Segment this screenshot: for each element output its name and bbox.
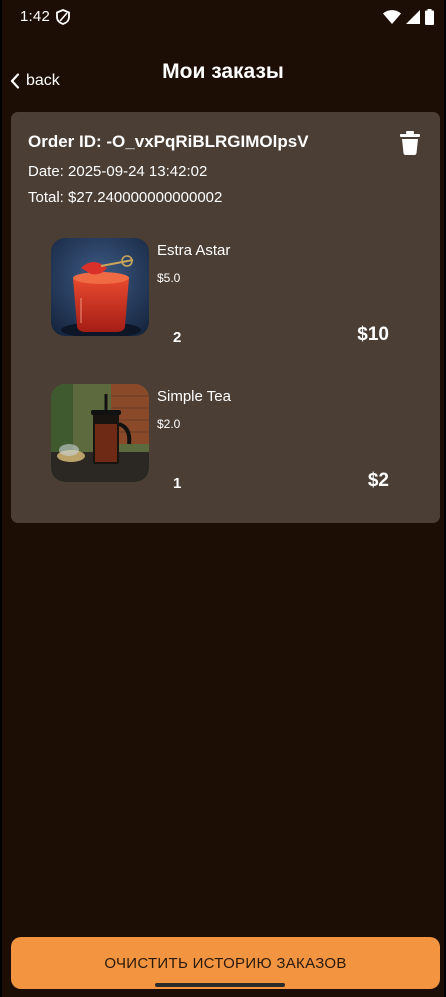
page-title: Мои заказы bbox=[162, 60, 284, 83]
item-name: Estra Astar bbox=[157, 242, 231, 259]
order-id: Order ID: -O_vxPqRiBLRGIMOlpsV bbox=[28, 132, 309, 151]
order-item: Simple Tea $2.0 1 $2 bbox=[11, 384, 440, 504]
item-quantity: 2 bbox=[173, 329, 182, 346]
item-price: $2.0 bbox=[157, 417, 181, 431]
battery-icon bbox=[425, 9, 434, 25]
signal-icon bbox=[406, 10, 420, 24]
orders-screen: 1:42 back Мои заказы Order ID: -O_vxPqRi… bbox=[2, 0, 444, 997]
order-item: Estra Astar $5.0 2 $10 bbox=[11, 238, 440, 358]
status-bar: 1:42 bbox=[2, 0, 444, 34]
order-total: Total: $27.240000000000002 bbox=[28, 189, 223, 206]
item-subtotal: $2 bbox=[367, 470, 389, 491]
shield-icon bbox=[56, 9, 70, 25]
trash-icon[interactable] bbox=[400, 131, 420, 155]
gesture-nav-handle[interactable] bbox=[155, 983, 285, 987]
item-quantity: 1 bbox=[173, 475, 182, 492]
wifi-icon bbox=[383, 10, 401, 24]
status-time: 1:42 bbox=[20, 8, 50, 25]
clear-history-button[interactable]: ОЧИСТИТЬ ИСТОРИЮ ЗАКАЗОВ bbox=[11, 937, 440, 989]
item-subtotal: $10 bbox=[357, 324, 389, 345]
item-name: Simple Tea bbox=[157, 388, 231, 405]
clear-history-label: ОЧИСТИТЬ ИСТОРИЮ ЗАКАЗОВ bbox=[104, 954, 347, 972]
item-price: $5.0 bbox=[157, 271, 181, 285]
order-date: Date: 2025-09-24 13:42:02 bbox=[28, 163, 208, 180]
item-image-red-cocktail bbox=[51, 238, 149, 336]
status-icons bbox=[383, 9, 434, 25]
item-image-tea-press bbox=[51, 384, 149, 482]
order-card: Order ID: -O_vxPqRiBLRGIMOlpsV Date: 202… bbox=[11, 112, 440, 523]
